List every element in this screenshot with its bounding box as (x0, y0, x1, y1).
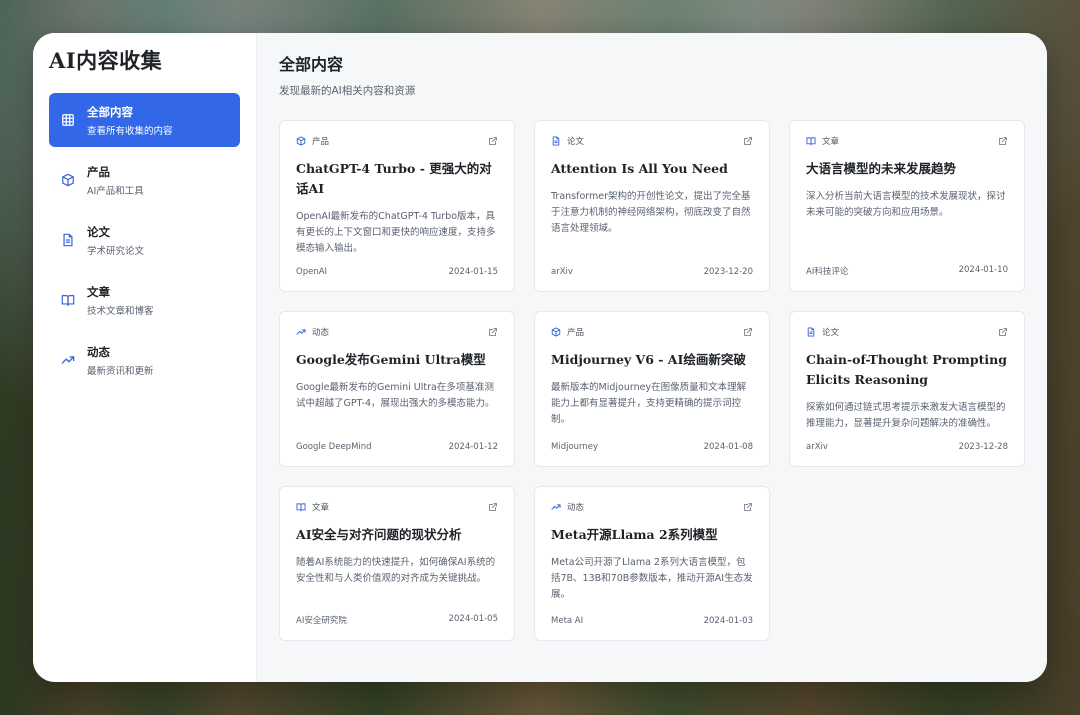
external-link-icon[interactable] (488, 327, 498, 337)
category-label: 文章 (312, 503, 330, 513)
document-icon (63, 233, 73, 247)
content-card[interactable]: 动态 Meta开源Llama 2系列模型 Meta公司开源了Llama 2系列大… (534, 486, 770, 641)
sidebar: AI内容收集 全部内容 查看所有收集的内容 产品 AI产品和工具 论文 学术研究… (33, 33, 257, 682)
card-date: 2024-01-10 (958, 265, 1008, 275)
sidebar-item-sub: 学术研究论文 (87, 245, 145, 257)
card-title[interactable]: AI安全与对齐问题的现状分析 (296, 525, 498, 545)
card-description: Google最新发布的Gemini Ultra在多项基准测试中超越了GPT-4，… (296, 382, 495, 409)
category-tag: 产品 (551, 326, 584, 338)
card-description: Transformer架构的开创性论文，提出了完全基于注意力机制的神经网络架构，… (551, 191, 751, 234)
trending-up-icon (296, 329, 306, 335)
content-card[interactable]: 产品 Midjourney V6 - AI绘画新突破 最新版本的Midjourn… (534, 311, 770, 467)
card-source: Meta AI (551, 616, 584, 626)
main-content: 全部内容 发现最新的AI相关内容和资源 产品 ChatGPT-4 Turbo -… (257, 33, 1047, 682)
book-open-icon (61, 295, 75, 306)
card-title[interactable]: Meta开源Llama 2系列模型 (551, 525, 753, 545)
category-tag: 论文 (806, 326, 839, 338)
card-title[interactable]: ChatGPT-4 Turbo - 更强大的对话AI (296, 159, 498, 199)
card-description: 深入分析当前大语言模型的技术发展现状，探讨未来可能的突破方向和应用场景。 (806, 191, 1006, 218)
cube-icon (62, 173, 74, 187)
sidebar-item-products[interactable]: 产品 AI产品和工具 (49, 153, 240, 207)
external-link-icon[interactable] (743, 136, 753, 146)
category-label: 产品 (567, 328, 585, 338)
content-card[interactable]: 产品 ChatGPT-4 Turbo - 更强大的对话AI OpenAI最新发布… (279, 120, 515, 292)
cube-icon (296, 136, 306, 146)
book-open-icon (806, 137, 816, 146)
sidebar-item-sub: 最新资讯和更新 (87, 365, 154, 377)
card-title[interactable]: Chain-of-Thought Prompting Elicits Reaso… (806, 350, 1008, 390)
page-title: 全部内容 (279, 55, 344, 74)
app-title: AI内容收集 (49, 48, 163, 73)
category-label: 文章 (822, 137, 840, 147)
card-date: 2024-01-12 (448, 442, 498, 452)
category-tag: 文章 (296, 501, 329, 513)
card-description: 随着AI系统能力的快速提升，如何确保AI系统的安全性和与人类价值观的对齐成为关键… (296, 557, 496, 584)
document-icon (807, 327, 815, 337)
external-link-icon[interactable] (998, 327, 1008, 337)
category-tag: 动态 (296, 326, 329, 338)
card-title[interactable]: Midjourney V6 - AI绘画新突破 (551, 350, 753, 370)
card-description: 探索如何通过链式思考提示来激发大语言模型的推理能力，显著提升复杂问题解决的准确性… (806, 402, 1006, 429)
category-label: 产品 (312, 137, 330, 147)
sidebar-item-label: 动态 (87, 344, 110, 359)
sidebar-item-articles[interactable]: 文章 技术文章和博客 (49, 273, 240, 327)
category-label: 动态 (567, 503, 585, 513)
content-card[interactable]: 论文 Attention Is All You Need Transformer… (534, 120, 770, 292)
sidebar-item-all[interactable]: 全部内容 查看所有收集的内容 (49, 93, 240, 147)
content-card[interactable]: 论文 Chain-of-Thought Prompting Elicits Re… (789, 311, 1025, 467)
card-source: arXiv (551, 267, 573, 277)
external-link-icon[interactable] (488, 136, 498, 146)
card-date: 2023-12-28 (958, 442, 1008, 452)
card-source: arXiv (806, 442, 828, 452)
category-label: 论文 (567, 137, 585, 147)
sidebar-item-papers[interactable]: 论文 学术研究论文 (49, 213, 240, 267)
card-description: OpenAI最新发布的ChatGPT-4 Turbo版本，具有更长的上下文窗口和… (296, 211, 496, 254)
card-description: 最新版本的Midjourney在图像质量和文本理解能力上都有显著提升，支持更精确… (551, 382, 747, 425)
external-link-icon[interactable] (488, 502, 498, 512)
card-title[interactable]: 大语言模型的未来发展趋势 (806, 159, 1008, 179)
sidebar-item-label: 产品 (87, 164, 110, 179)
sidebar-item-sub: 技术文章和博客 (87, 305, 154, 317)
external-link-icon[interactable] (743, 502, 753, 512)
content-card[interactable]: 文章 大语言模型的未来发展趋势 深入分析当前大语言模型的技术发展现状，探讨未来可… (789, 120, 1025, 292)
content-card[interactable]: 文章 AI安全与对齐问题的现状分析 随着AI系统能力的快速提升，如何确保AI系统… (279, 486, 515, 641)
sidebar-item-sub: 查看所有收集的内容 (87, 125, 173, 137)
sidebar-item-label: 全部内容 (87, 104, 133, 119)
card-description: Meta公司开源了Llama 2系列大语言模型，包括7B、13B和70B参数版本… (551, 557, 753, 600)
sidebar-item-news[interactable]: 动态 最新资讯和更新 (49, 333, 240, 387)
card-date: 2024-01-08 (703, 442, 753, 452)
category-tag: 产品 (296, 135, 329, 147)
card-source: OpenAI (296, 267, 328, 277)
card-date: 2023-12-20 (703, 267, 753, 277)
document-icon (552, 136, 560, 146)
category-tag: 动态 (551, 501, 584, 513)
content-card[interactable]: 动态 Google发布Gemini Ultra模型 Google最新发布的Gem… (279, 311, 515, 467)
app-window: AI内容收集 全部内容 查看所有收集的内容 产品 AI产品和工具 论文 学术研究… (33, 33, 1047, 682)
category-tag: 论文 (551, 135, 584, 147)
card-date: 2024-01-05 (448, 614, 498, 624)
card-source: AI安全研究院 (296, 616, 347, 626)
card-source: Google DeepMind (296, 442, 372, 452)
sidebar-item-label: 文章 (87, 284, 110, 299)
category-label: 动态 (312, 328, 330, 338)
grid-icon (62, 114, 74, 126)
trending-up-icon (551, 504, 561, 510)
sidebar-item-sub: AI产品和工具 (87, 185, 144, 197)
card-date: 2024-01-03 (703, 616, 753, 626)
card-title[interactable]: Attention Is All You Need (551, 159, 753, 179)
trending-up-icon (61, 356, 75, 364)
card-source: AI科技评论 (806, 267, 849, 277)
page-subtitle: 发现最新的AI相关内容和资源 (279, 85, 416, 97)
category-tag: 文章 (806, 135, 839, 147)
external-link-icon[interactable] (743, 327, 753, 337)
external-link-icon[interactable] (998, 136, 1008, 146)
cube-icon (551, 327, 561, 337)
card-source: Midjourney (551, 442, 599, 452)
card-date: 2024-01-15 (448, 267, 498, 277)
content-grid: 产品 ChatGPT-4 Turbo - 更强大的对话AI OpenAI最新发布… (279, 120, 1025, 641)
sidebar-item-label: 论文 (87, 224, 110, 239)
card-title[interactable]: Google发布Gemini Ultra模型 (296, 350, 498, 370)
book-open-icon (296, 503, 306, 512)
category-label: 论文 (822, 328, 840, 338)
